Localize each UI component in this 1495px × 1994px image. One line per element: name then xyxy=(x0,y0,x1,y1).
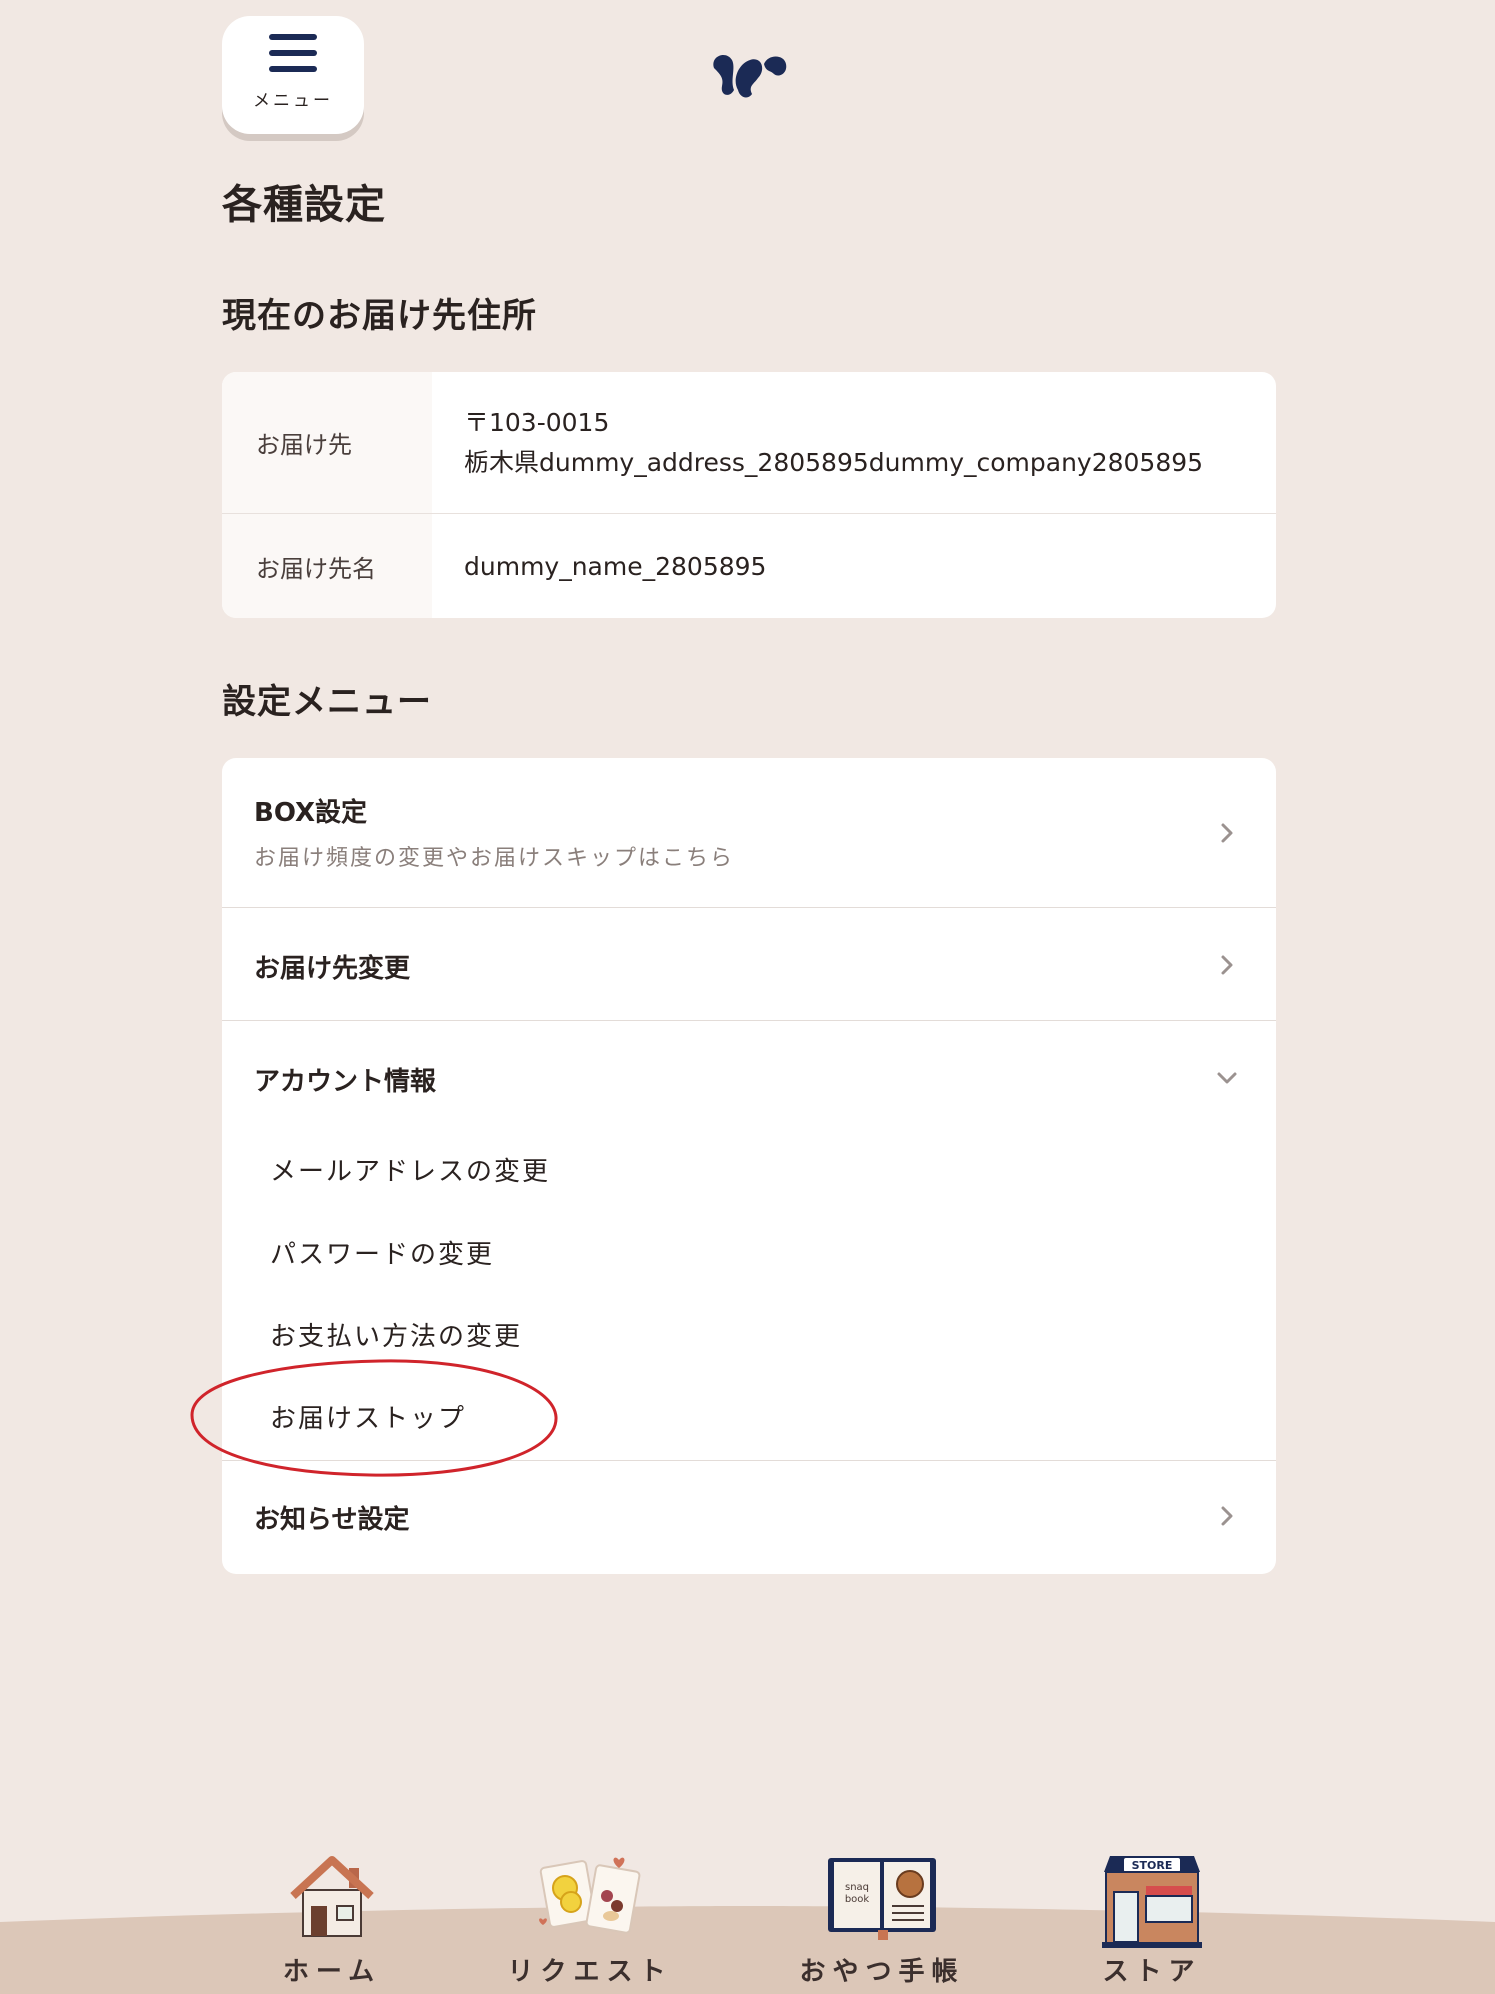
request-snacks-icon xyxy=(539,1857,641,1934)
tab-home[interactable]: ホーム xyxy=(232,1850,432,1994)
tab-label: おやつ手帳 xyxy=(799,1957,965,1987)
recipient-name: dummy_name_2805895 xyxy=(464,551,767,581)
store-icon: STORE xyxy=(1102,1856,1202,1948)
squirrel-logo[interactable] xyxy=(708,50,792,102)
address-label: お届け先 xyxy=(222,372,432,513)
menu-label: メニュー xyxy=(253,90,333,111)
store-sign-text: STORE xyxy=(1132,1859,1173,1872)
annotation-ellipse xyxy=(190,1359,558,1477)
tab-label: ストア xyxy=(1102,1957,1202,1987)
address-row: お届け先 〒103-0015 栃木県dummy_address_2805895d… xyxy=(222,372,1276,514)
menu-item-box-settings[interactable]: BOX設定 お届け頻度の変更やお届けスキップはこちら xyxy=(222,758,1276,908)
chevron-right-icon xyxy=(1221,955,1233,975)
tab-store[interactable]: STORE ストア xyxy=(1052,1850,1252,1994)
menu-item-subtitle: お届け頻度の変更やお届けスキップはこちら xyxy=(254,846,735,871)
submenu-change-payment[interactable]: お支払い方法の変更 xyxy=(270,1316,522,1353)
menu-item-change-address[interactable]: お届け先変更 xyxy=(222,908,1276,1021)
bottom-tab-bar xyxy=(0,1840,1495,1994)
house-icon xyxy=(290,1856,374,1937)
menu-item-title: お届け先変更 xyxy=(254,954,411,984)
book-cover-text: book xyxy=(845,1894,870,1905)
chevron-right-icon xyxy=(1221,1506,1233,1526)
address-line: 栃木県dummy_address_2805895dummy_company280… xyxy=(464,447,1204,477)
recipient-label: お届け先名 xyxy=(222,514,432,618)
postal-code: 〒103-0015 xyxy=(464,407,610,437)
hamburger-icon xyxy=(269,33,317,72)
recipient-row: お届け先名 dummy_name_2805895 xyxy=(222,514,1276,618)
submenu-change-email[interactable]: メールアドレスの変更 xyxy=(270,1151,550,1188)
menu-item-title: BOX設定 xyxy=(254,798,368,828)
settings-heading: 設定メニュー xyxy=(222,682,432,722)
tab-request[interactable]: リクエスト xyxy=(490,1850,690,1994)
chevron-down-icon[interactable] xyxy=(1214,1065,1240,1091)
address-card: お届け先 〒103-0015 栃木県dummy_address_2805895d… xyxy=(222,372,1276,618)
address-value: 〒103-0015 栃木県dummy_address_2805895dummy_… xyxy=(432,372,1276,513)
tab-label: ホーム xyxy=(282,1957,382,1987)
tab-label: リクエスト xyxy=(507,1957,673,1987)
address-heading: 現在のお届け先住所 xyxy=(222,296,537,336)
submenu-change-password[interactable]: パスワードの変更 xyxy=(270,1234,494,1271)
page-title: 各種設定 xyxy=(222,182,386,228)
tab-snack-notebook[interactable]: snaq book おやつ手帳 xyxy=(782,1850,982,1994)
snaq-book-icon: snaq book xyxy=(828,1858,936,1940)
menu-item-title: お知らせ設定 xyxy=(254,1505,410,1535)
book-cover-text: snaq xyxy=(845,1882,869,1893)
chevron-right-icon xyxy=(1221,823,1233,843)
recipient-value: dummy_name_2805895 xyxy=(432,514,1276,618)
menu-button[interactable]: メニュー xyxy=(222,16,364,134)
account-info-toggle[interactable]: アカウント情報 xyxy=(254,1061,436,1098)
